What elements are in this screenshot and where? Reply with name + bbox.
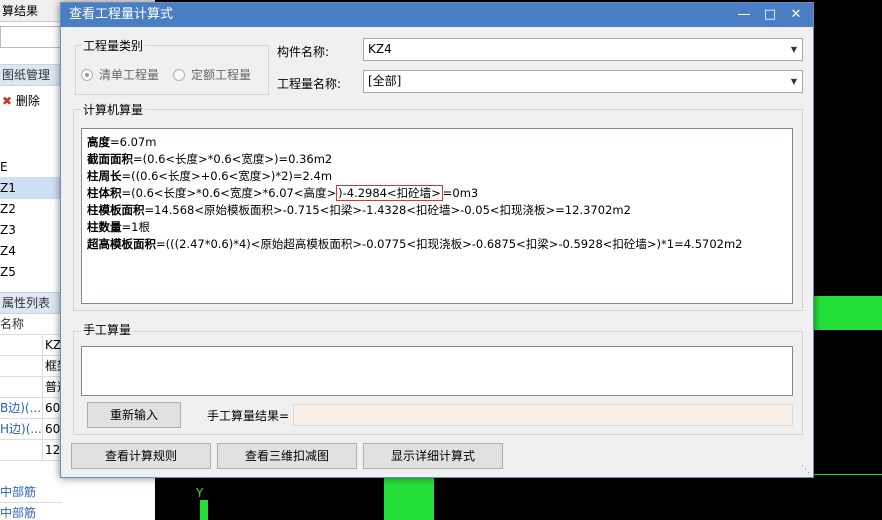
reenter-button[interactable]: 重新输入: [87, 402, 181, 428]
component-name-select[interactable]: KZ4 ▼: [363, 38, 803, 61]
chevron-down-icon: ▼: [790, 45, 797, 54]
close-icon[interactable]: ✕: [783, 3, 809, 27]
prop-value[interactable]: 60: [42, 398, 62, 419]
prop-value[interactable]: 60: [42, 419, 62, 440]
radio-label: 清单工程量: [99, 68, 160, 82]
delete-button[interactable]: 删除: [16, 94, 40, 108]
radio-icon: [173, 68, 185, 81]
radio-quota-quantity[interactable]: 定额工程量: [173, 66, 251, 83]
resize-grip-icon[interactable]: ⋱: [801, 465, 810, 475]
show-detail-button[interactable]: 显示详细计算式: [363, 443, 503, 469]
tree-item[interactable]: Z2: [0, 198, 62, 220]
view-rules-button[interactable]: 查看计算规则: [71, 443, 211, 469]
prop-link[interactable]: 中部筋: [0, 503, 62, 520]
chevron-down-icon: ▼: [790, 77, 797, 86]
highlight-deduction: )-4.2984<扣砼墙>: [336, 185, 443, 201]
formula-line: 高度=6.07m: [87, 135, 157, 149]
computer-calc-label: 计算机算量: [81, 101, 146, 118]
dialog-title: 查看工程量计算式: [69, 7, 174, 22]
quantity-name-label: 工程量名称:: [277, 77, 342, 91]
prop-link[interactable]: 中部筋: [0, 482, 62, 503]
prop-value[interactable]: 框架: [42, 356, 62, 377]
component-name-value: KZ4: [368, 42, 392, 56]
tree-item[interactable]: E: [0, 156, 62, 178]
tree-item-selected[interactable]: Z1: [0, 177, 62, 199]
manual-result-field: [293, 404, 793, 426]
manual-result-label: 手工算量结果=: [207, 409, 290, 423]
view-3d-button[interactable]: 查看三维扣减图: [217, 443, 357, 469]
prop-value[interactable]: 普通: [42, 377, 62, 398]
quantity-name-value: [全部]: [368, 74, 402, 88]
formula-line: 柱模板面积=14.568<原始模板面积>-0.715<扣梁>-1.4328<扣砼…: [87, 203, 631, 217]
axis-arrow-icon: [200, 500, 208, 520]
radio-label: 定额工程量: [191, 68, 252, 82]
radio-icon: [81, 68, 93, 81]
prop-value[interactable]: 12: [42, 440, 62, 461]
formula-line: 截面面积=(0.6<长度>*0.6<宽度>)=0.36m2: [87, 152, 333, 166]
prop-name-col: 名称: [0, 314, 62, 335]
canvas-element: [812, 296, 882, 330]
minimize-icon[interactable]: —: [731, 3, 757, 27]
formula-text-area[interactable]: 高度=6.07m 截面面积=(0.6<长度>*0.6<宽度>)=0.36m2 柱…: [81, 128, 793, 304]
component-name-label: 构件名称:: [277, 45, 330, 59]
prop-value[interactable]: KZ: [42, 335, 62, 356]
formula-line: 柱体积=(0.6<长度>*0.6<宽度>*6.07<高度>)-4.2984<扣砼…: [87, 185, 479, 201]
tree-item[interactable]: Z4: [0, 240, 62, 262]
manual-calc-input[interactable]: [81, 346, 793, 396]
quantity-type-label: 工程量类别: [81, 37, 146, 54]
dialog-titlebar[interactable]: 查看工程量计算式: [61, 3, 813, 27]
tree-item[interactable]: Z5: [0, 261, 62, 283]
tree-item[interactable]: Z3: [0, 219, 62, 241]
canvas-element: [384, 478, 434, 520]
formula-line: 超高模板面积=(((2.47*0.6)*4)<原始超高模板面积>-0.0775<…: [87, 237, 743, 251]
radio-bill-quantity[interactable]: 清单工程量: [81, 66, 159, 83]
maximize-icon[interactable]: □: [757, 3, 783, 27]
quantity-formula-dialog: 查看工程量计算式 — □ ✕ 工程量类别 清单工程量 定额工程量 构件名称: K…: [60, 2, 814, 478]
manual-calc-label: 手工算量: [81, 321, 134, 338]
formula-line: 柱周长=((0.6<长度>+0.6<宽度>)*2)=2.4m: [87, 169, 333, 183]
delete-icon[interactable]: ✖: [2, 94, 12, 108]
quantity-name-select[interactable]: [全部] ▼: [363, 70, 803, 93]
formula-line: 柱数量=1根: [87, 220, 150, 234]
axis-label: Y: [196, 486, 204, 500]
